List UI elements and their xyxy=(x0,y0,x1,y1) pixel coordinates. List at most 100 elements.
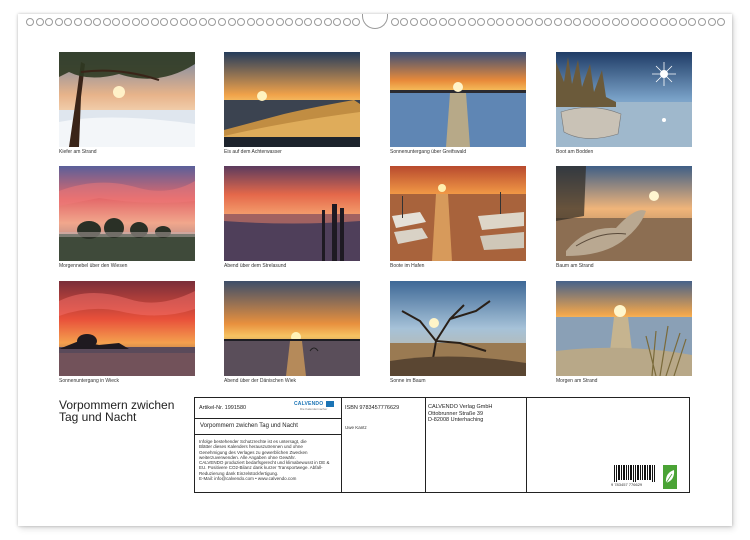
photo-caption: Morgen am Strand xyxy=(556,378,598,384)
photo-caption: Kiefer am Strand xyxy=(59,149,97,155)
binding-ring xyxy=(294,18,303,26)
binding-ring xyxy=(208,18,217,26)
photo-4 xyxy=(556,52,692,147)
binding-ring xyxy=(333,18,342,26)
binding-ring xyxy=(93,18,102,26)
binding-ring xyxy=(314,18,322,26)
publisher-address: CALVENDO Verlag GmbH Ottobrunner Straße 3… xyxy=(428,404,492,424)
binding-ring xyxy=(496,18,505,26)
product-title: Vorpommern zwichen Tag und Nacht xyxy=(200,423,298,429)
binding-ring xyxy=(573,18,582,26)
article-number: Artikel-Nr. 1991580 xyxy=(199,405,247,411)
calendar-title: Vorpommern zwichen Tag und Nacht xyxy=(59,398,175,424)
photo-1 xyxy=(59,52,195,147)
binding-ring xyxy=(544,18,553,26)
binding-ring xyxy=(400,18,409,26)
binding-ring xyxy=(390,18,399,26)
photo-10 xyxy=(224,281,360,376)
author: Uwe Kantz xyxy=(345,425,367,430)
photo-3 xyxy=(390,52,526,147)
binding-ring xyxy=(179,18,188,26)
binding-ring xyxy=(486,18,495,26)
binding-ring xyxy=(64,18,73,26)
binding-ring xyxy=(410,18,418,26)
binding-ring xyxy=(448,18,457,26)
binding-ring xyxy=(304,18,313,26)
binding-ring xyxy=(438,18,447,26)
binding-ring xyxy=(227,18,236,26)
binding-ring xyxy=(342,18,351,26)
binding-ring xyxy=(141,18,150,26)
photo-6 xyxy=(224,166,360,261)
binding-ring xyxy=(275,18,284,26)
binding-ring xyxy=(237,18,246,26)
photo-8 xyxy=(556,166,692,261)
binding-ring xyxy=(285,18,294,26)
isbn: ISBN 9783457776629 xyxy=(345,405,400,411)
binding-ring xyxy=(83,18,92,26)
photo-5 xyxy=(59,166,195,261)
binding-ring xyxy=(122,18,130,26)
photo-caption: Eis auf dem Achterwasser xyxy=(224,149,282,155)
binding-ring xyxy=(630,18,639,26)
divider xyxy=(425,398,426,492)
binding-ring xyxy=(611,18,620,26)
eco-leaf-icon xyxy=(663,465,677,489)
binding-ring xyxy=(323,18,332,26)
photo-caption: Abend über der Dänischen Wiek xyxy=(224,378,296,384)
binding-ring xyxy=(352,18,361,26)
binding-ring xyxy=(669,18,678,26)
binding-ring xyxy=(554,18,562,26)
binding-ring xyxy=(256,18,265,26)
divider xyxy=(341,398,342,492)
publisher-line: D-82008 Unterhaching xyxy=(428,417,484,423)
binding-ring xyxy=(698,18,706,26)
binding-ring xyxy=(35,18,44,26)
binding-ring xyxy=(506,18,514,26)
binding-ring xyxy=(150,18,159,26)
logo-mark-icon xyxy=(326,401,334,407)
binding-ring xyxy=(717,18,726,26)
binding-ring xyxy=(458,18,466,26)
binding-ring xyxy=(563,18,572,26)
photo-caption: Sonne im Baum xyxy=(390,378,426,384)
binding-ring xyxy=(266,18,274,26)
photo-caption: Sonnenuntergang in Wieck xyxy=(59,378,120,384)
binding-ring xyxy=(246,18,255,26)
binding-ring xyxy=(534,18,543,26)
binding-ring xyxy=(419,18,428,26)
binding-ring xyxy=(131,18,140,26)
binding-ring xyxy=(659,18,668,26)
binding-ring xyxy=(650,18,658,26)
binding-ring xyxy=(54,18,63,26)
photo-caption: Abend über dem Strelasund xyxy=(224,263,287,269)
binding-ring xyxy=(707,18,716,26)
binding-ring xyxy=(602,18,610,26)
binding-ring xyxy=(429,18,438,26)
publisher-line: CALVENDO Verlag GmbH xyxy=(428,404,493,410)
binding-ring xyxy=(45,18,54,26)
binding-ring xyxy=(515,18,524,26)
binding-ring xyxy=(592,18,601,26)
binding-ring xyxy=(160,18,169,26)
binding-ring xyxy=(189,18,198,26)
binding-ring xyxy=(112,18,121,26)
calvendo-logo-sub: Die Kalendermacher xyxy=(300,407,328,411)
photo-2 xyxy=(224,52,360,147)
binding-ring xyxy=(218,18,226,26)
photo-caption: Baum am Strand xyxy=(556,263,594,269)
divider xyxy=(195,418,341,419)
legal-line: E-Mail: info@calvendo.com • www.calvendo… xyxy=(199,476,297,482)
photo-9 xyxy=(59,281,195,376)
binding-ring xyxy=(640,18,649,26)
photo-12 xyxy=(556,281,692,376)
binding-ring xyxy=(477,18,486,26)
legal-text: Infolge bestehender Schutzrechte ist es … xyxy=(199,439,339,481)
divider xyxy=(195,434,341,435)
photo-11 xyxy=(390,281,526,376)
binding-ring xyxy=(102,18,111,26)
photo-7 xyxy=(390,166,526,261)
binding-ring xyxy=(74,18,82,26)
binding-ring xyxy=(26,18,34,26)
binding-ring xyxy=(467,18,476,26)
